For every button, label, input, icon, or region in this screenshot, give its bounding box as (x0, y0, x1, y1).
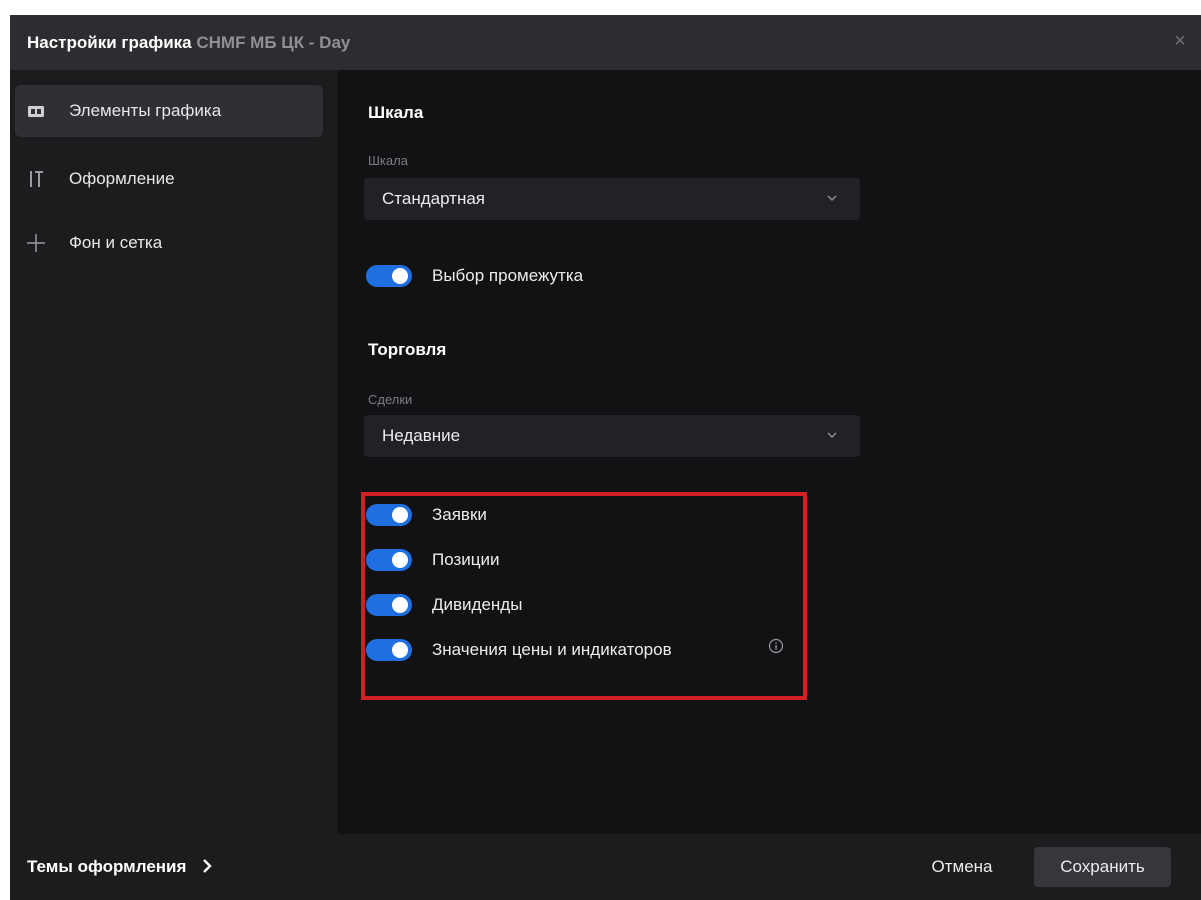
sidebar-item-label: Оформление (69, 169, 175, 188)
sidebar-item-chart-elements[interactable]: Элементы графика (15, 85, 323, 137)
positions-label: Позиции (432, 550, 500, 569)
save-button[interactable]: Сохранить (1034, 847, 1171, 887)
dialog-title-text: Настройки графика (27, 33, 192, 52)
sidebar-item-label: Фон и сетка (69, 233, 163, 252)
orders-toggle[interactable] (366, 504, 412, 526)
close-icon[interactable]: × (1169, 30, 1191, 52)
scale-field-label: Шкала (368, 153, 408, 168)
sidebar-item-label: Элементы графика (69, 101, 222, 120)
scale-select[interactable]: Стандартная (364, 178, 860, 220)
chevron-down-icon (827, 432, 837, 439)
dividends-label: Дивиденды (432, 595, 523, 614)
chevron-down-icon (827, 195, 837, 202)
trades-select-value: Недавние (382, 426, 461, 445)
scale-section-title: Шкала (368, 103, 424, 122)
dialog-title-symbol: CHMF МБ ЦК - Day (196, 33, 351, 52)
settings-content: Шкала Шкала Стандартная Выбор промежутка… (338, 70, 1201, 834)
trades-select[interactable]: Недавние (364, 415, 860, 457)
chevron-right-icon (203, 859, 212, 873)
toggle-knob (392, 507, 408, 523)
trades-field-label: Сделки (368, 392, 413, 407)
positions-toggle[interactable] (366, 549, 412, 571)
range-selection-toggle[interactable] (366, 265, 412, 287)
range-selection-label: Выбор промежутка (432, 266, 584, 285)
price-indicator-values-toggle[interactable] (366, 639, 412, 661)
toggle-knob (392, 268, 408, 284)
cancel-button[interactable]: Отмена (916, 847, 1008, 887)
chart-elements-icon (26, 101, 46, 121)
sidebar-item-appearance[interactable]: Оформление (15, 153, 323, 205)
grid-icon (26, 233, 46, 253)
dividends-toggle[interactable] (366, 594, 412, 616)
sidebar-item-background-grid[interactable]: Фон и сетка (15, 217, 323, 269)
toggle-knob (392, 597, 408, 613)
dialog-titlebar: Настройки графика CHMF МБ ЦК - Day × (10, 15, 1201, 70)
price-indicator-values-label: Значения цены и индикаторов (432, 640, 672, 659)
themes-link[interactable]: Темы оформления (27, 857, 213, 877)
trading-section-title: Торговля (368, 340, 447, 359)
toggle-knob (392, 642, 408, 658)
appearance-icon (26, 169, 46, 189)
chart-settings-dialog: Настройки графика CHMF МБ ЦК - Day × Эле… (10, 15, 1201, 900)
dialog-title: Настройки графика CHMF МБ ЦК - Day (27, 33, 350, 53)
dialog-footer: Темы оформления Отмена Сохранить (10, 834, 1201, 900)
orders-label: Заявки (432, 505, 487, 524)
themes-link-label: Темы оформления (27, 857, 187, 876)
toggle-knob (392, 552, 408, 568)
settings-sidebar: Элементы графика Оформление Фон и сетка (10, 70, 338, 834)
info-icon[interactable] (768, 638, 784, 654)
scale-select-value: Стандартная (382, 189, 486, 208)
highlight-box (361, 492, 807, 700)
